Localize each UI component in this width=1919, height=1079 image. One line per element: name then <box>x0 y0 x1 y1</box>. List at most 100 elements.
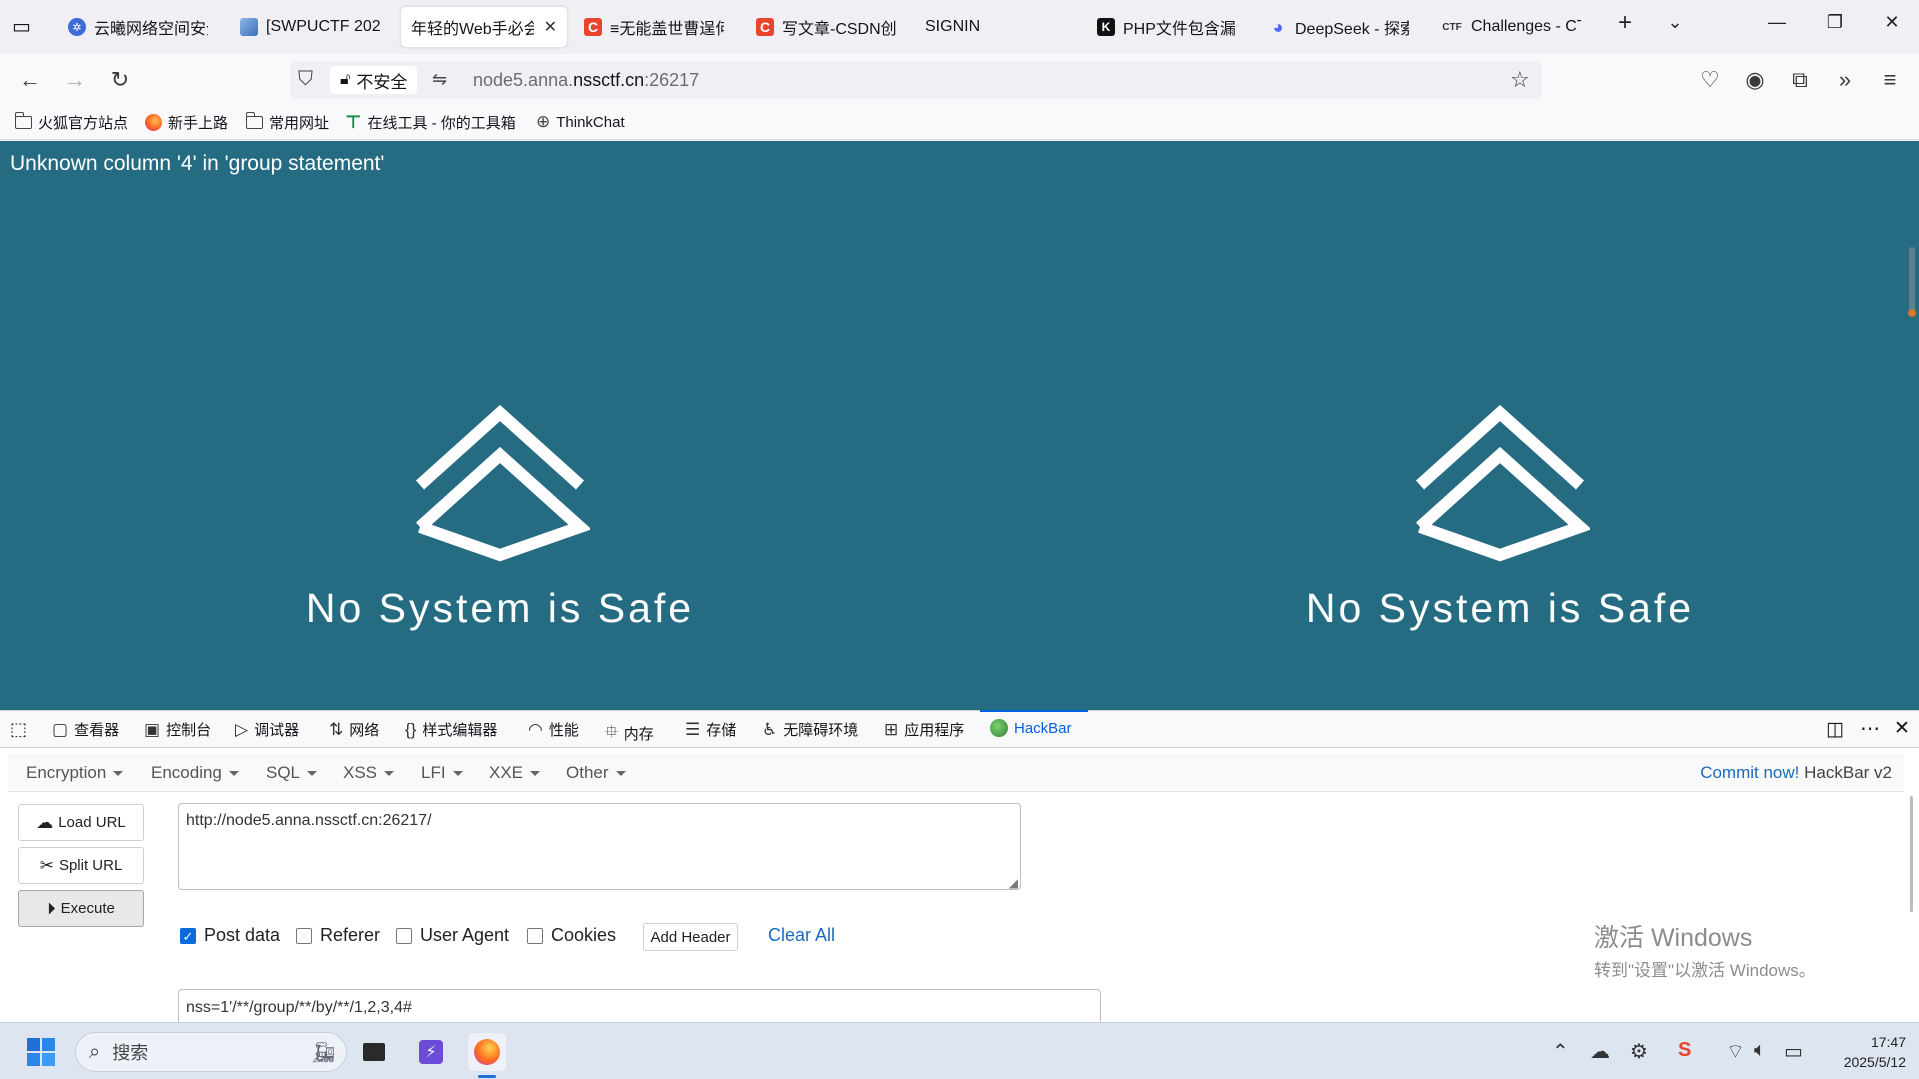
scissors-icon: ✂ <box>39 855 54 875</box>
tab-challenges[interactable]: CTF Challenges - CTF <box>1431 7 1591 47</box>
add-header-button[interactable]: Add Header <box>643 923 738 951</box>
menu-other[interactable]: Other <box>566 763 626 783</box>
reload-icon[interactable]: ↻ <box>105 66 135 94</box>
commit-link[interactable]: Commit now! <box>1700 763 1799 782</box>
devtools-tab-label: 应用程序 <box>904 722 965 739</box>
close-icon[interactable]: ✕ <box>544 17 557 37</box>
window-close-icon[interactable]: ✕ <box>1877 12 1907 33</box>
active-app-indicator <box>478 1075 496 1078</box>
tab-hackbar[interactable]: HackBar <box>990 719 1072 737</box>
tab-debugger[interactable]: ▷ 调试器 <box>235 719 299 740</box>
tab-swpuctf[interactable]: [SWPUCTF 2022 <box>230 7 390 47</box>
clear-all-link[interactable]: Clear All <box>768 925 835 946</box>
cookies-checkbox[interactable]: Cookies <box>527 925 616 946</box>
load-url-button[interactable]: ☁ Load URL <box>18 804 144 841</box>
tab-application[interactable]: ⊞ 应用程序 <box>884 719 964 740</box>
chevron-down-icon[interactable]: ⌄ <box>1660 12 1690 33</box>
tab-console[interactable]: ▣ 控制台 <box>144 719 211 740</box>
permissions-icon[interactable]: ⇋ <box>432 69 447 90</box>
menu-xxe[interactable]: XXE <box>489 763 540 783</box>
tab-list-icon[interactable]: ▭ <box>12 14 31 39</box>
new-tab-icon[interactable]: + <box>1610 9 1640 37</box>
star-bookmark-icon[interactable]: ☆ <box>1510 67 1530 93</box>
inspector-icon: ▢ <box>52 719 69 739</box>
bookmark-common-sites[interactable]: 常用网址 <box>245 112 329 133</box>
post-data-input[interactable]: nss=1'/**/group/**/by/**/1,2,3,4# <box>178 989 1101 1022</box>
element-picker-icon[interactable]: ⬚ <box>10 719 27 740</box>
firefox-taskbar-icon[interactable] <box>468 1033 506 1071</box>
tab-active-web[interactable]: 年轻的Web手必会 ✕ <box>401 7 567 47</box>
tray-app-icon[interactable]: ⚙ <box>1630 1039 1648 1064</box>
tab-inspector[interactable]: ▢ 查看器 <box>52 719 119 740</box>
url-textarea[interactable]: http://node5.anna.nssctf.cn:26217/ <box>178 803 1021 890</box>
tab-style-editor[interactable]: {} 样式编辑器 <box>405 719 497 740</box>
application-icon: ⊞ <box>884 719 899 739</box>
tab-label: 写文章-CSDN创作 <box>782 21 896 38</box>
tab-csdn-2[interactable]: C 写文章-CSDN创作 <box>746 7 906 47</box>
url-prefix: node5.anna. <box>473 70 574 90</box>
cloud-offline-icon[interactable]: ☁ <box>1590 1039 1610 1064</box>
menu-xss[interactable]: XSS <box>343 763 394 783</box>
checkbox-icon[interactable] <box>396 927 412 944</box>
system-clock[interactable]: 17:47 2025/5/12 <box>1820 1032 1906 1072</box>
menu-icon[interactable]: ≡ <box>1875 66 1905 94</box>
dock-side-icon[interactable]: ◫ <box>1826 718 1844 741</box>
battery-icon[interactable]: ▭ <box>1784 1039 1803 1064</box>
hackbar-scrollbar[interactable] <box>1910 796 1913 912</box>
back-arrow-icon[interactable]: ← <box>15 66 45 94</box>
more-options-icon[interactable]: ⋯ <box>1860 716 1880 741</box>
post-data-checkbox[interactable]: ✓ Post data <box>180 925 280 946</box>
devtools-tab-label: HackBar <box>1014 719 1072 737</box>
tab-csdn-1[interactable]: C ≡无能盖世曹逞何 <box>574 7 734 47</box>
execute-button[interactable]: ⏵ Execute <box>18 890 144 927</box>
tab-memory[interactable]: ⯐ 内存 <box>605 719 654 748</box>
devtools-tab-label: 调试器 <box>254 722 300 739</box>
user-agent-checkbox[interactable]: User Agent <box>396 925 509 946</box>
pocket-icon[interactable]: ♡ <box>1695 66 1725 94</box>
k-favicon-icon: K <box>1097 18 1115 36</box>
wifi-icon[interactable]: ⌔ <box>1726 1039 1745 1064</box>
more-tools-icon[interactable]: » <box>1830 66 1860 94</box>
shield-icon[interactable]: ⛉ <box>298 68 313 91</box>
devtools-close-icon[interactable]: ✕ <box>1894 717 1910 740</box>
bookmark-online-tools[interactable]: ⊤ 在线工具 - 你的工具箱 <box>345 112 516 133</box>
app-bolt-icon[interactable]: ⚡︎ <box>412 1033 450 1071</box>
menu-encryption[interactable]: Encryption <box>26 763 123 783</box>
menu-sql[interactable]: SQL <box>266 763 317 783</box>
sogou-input-icon[interactable]: S <box>1678 1039 1691 1062</box>
volume-icon[interactable]: 🔈︎ <box>1754 1039 1766 1062</box>
tab-network[interactable]: ⇅ 网络 <box>329 719 379 740</box>
windows-start-icon[interactable] <box>22 1033 60 1071</box>
tab-deepseek[interactable]: ◕ DeepSeek - 探索 <box>1259 7 1419 47</box>
bookmark-getting-started[interactable]: 新手上路 <box>145 112 228 133</box>
bookmark-thinkchat[interactable]: ⊕ ThinkChat <box>536 112 625 132</box>
tab-storage[interactable]: ☰ 存储 <box>685 719 736 740</box>
restore-icon[interactable]: ❐ <box>1820 12 1850 33</box>
menu-encoding[interactable]: Encoding <box>151 763 239 783</box>
tray-overflow-icon[interactable]: ⌃ <box>1552 1039 1569 1064</box>
checkbox-icon[interactable] <box>296 927 312 944</box>
network-icon: ⇅ <box>329 719 344 739</box>
page-scrollbar[interactable] <box>1908 247 1916 317</box>
address-bar[interactable]: ⛉ 🔓︎ 不安全 ⇋ node5.anna.nssctf.cn:26217 ☆ <box>290 61 1542 99</box>
tab-accessibility[interactable]: ♿︎ 无障碍环境 <box>762 719 858 740</box>
split-url-button[interactable]: ✂ Split URL <box>18 847 144 884</box>
tab-performance[interactable]: ◠ 性能 <box>528 719 579 740</box>
tab-php-include[interactable]: K PHP文件包含漏洞 <box>1087 7 1247 47</box>
bookmark-firefox-official[interactable]: 火狐官方站点 <box>14 112 128 133</box>
menu-lfi[interactable]: LFI <box>421 763 463 783</box>
forward-arrow-icon[interactable]: → <box>60 66 90 94</box>
account-icon[interactable]: ◉ <box>1740 66 1770 94</box>
security-indicator[interactable]: 🔓︎ 不安全 <box>330 66 418 94</box>
task-view-icon[interactable] <box>355 1033 393 1071</box>
referer-checkbox[interactable]: Referer <box>296 925 380 946</box>
checkbox-checked-icon[interactable]: ✓ <box>180 927 196 944</box>
url-text[interactable]: node5.anna.nssctf.cn:26217 <box>473 70 699 91</box>
bookmarks-bar: 火狐官方站点 新手上路 常用网址 ⊤ 在线工具 - 你的工具箱 ⊕ ThinkC… <box>0 106 1919 140</box>
extensions-icon[interactable]: ⧉ <box>1785 66 1815 94</box>
checkbox-icon[interactable] <box>527 927 543 944</box>
taskbar-search[interactable]: ⌕ 搜索 🚂︎ <box>75 1032 347 1072</box>
minimize-icon[interactable]: — <box>1762 12 1792 33</box>
tab-yunxi[interactable]: ✲ 云曦网络空间安全 <box>58 7 218 47</box>
tab-signin[interactable]: SIGNIN <box>915 7 1075 47</box>
